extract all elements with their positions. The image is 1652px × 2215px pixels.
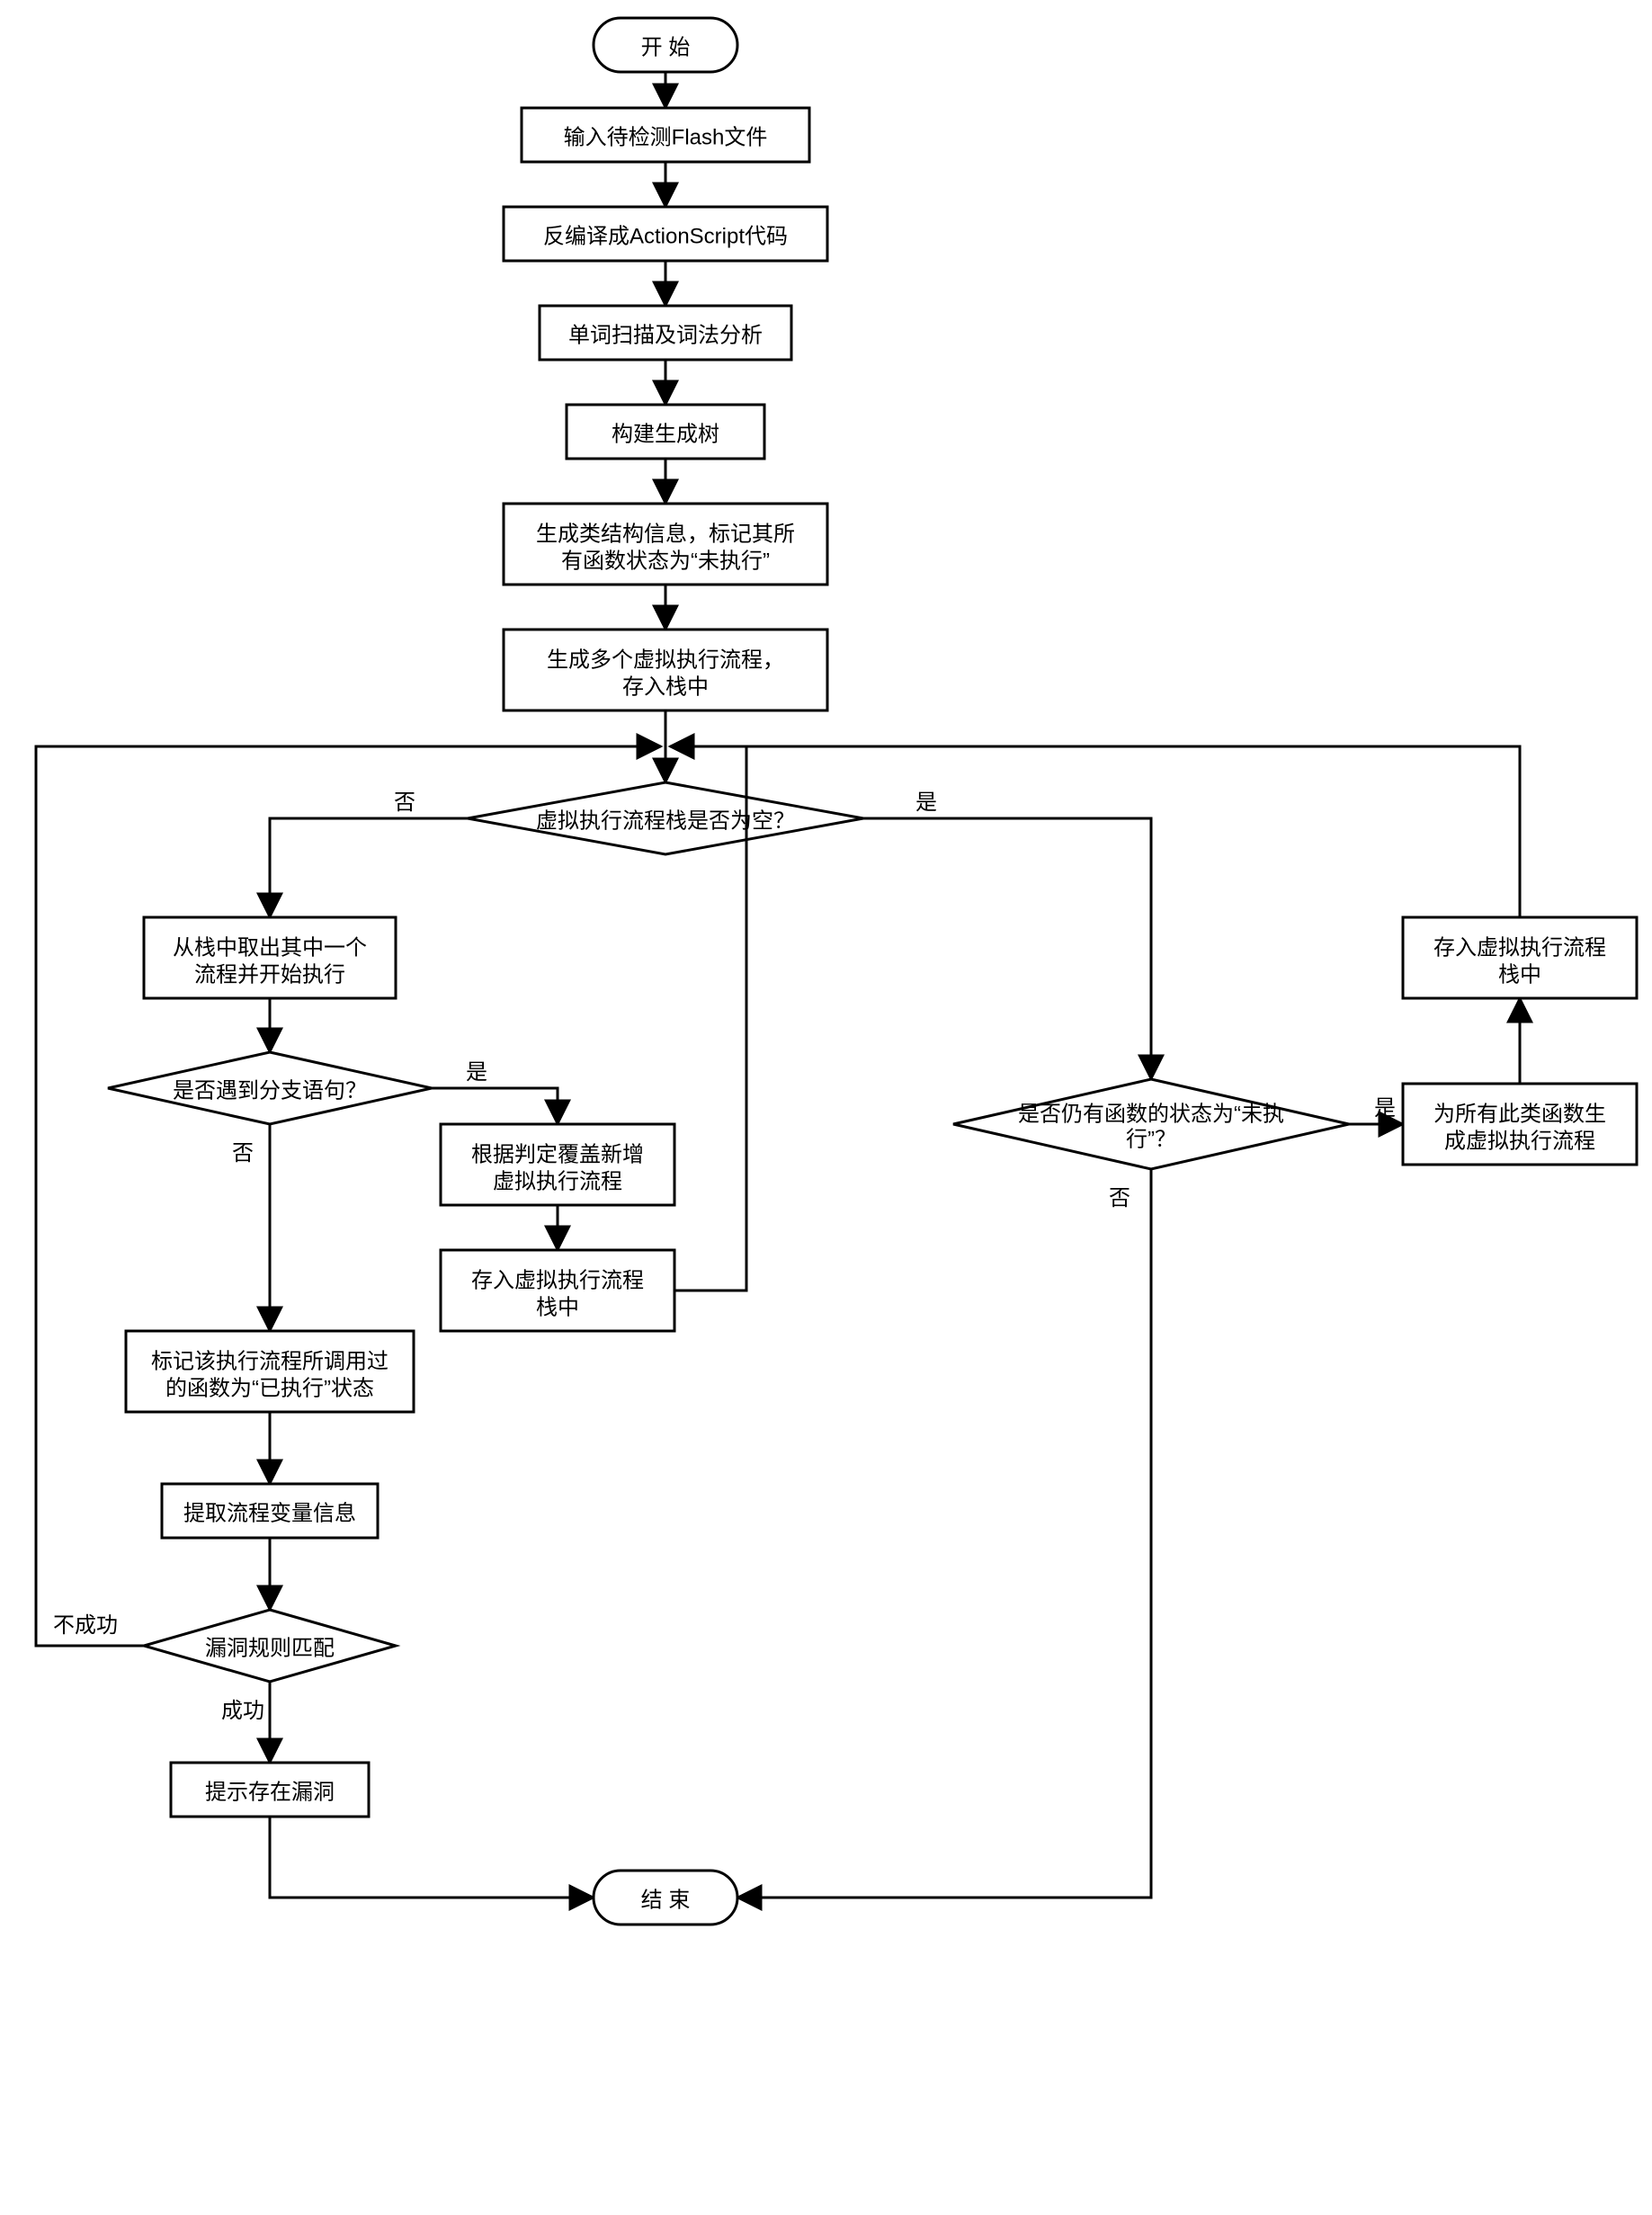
node-push-stack-2-label2: 栈中 <box>1498 962 1541 987</box>
node-pop-flow: 从栈中取出其中一个 流程并开始执行 <box>144 917 396 998</box>
node-extract-vars-label: 提取流程变量信息 <box>183 1501 356 1525</box>
node-start-label: 开 始 <box>641 35 691 59</box>
node-mark-executed-label2: 的函数为“已执行”状态 <box>165 1376 374 1400</box>
node-input-file: 输入待检测Flash文件 <box>522 108 809 162</box>
node-decompile-label: 反编译成ActionScript代码 <box>543 224 788 248</box>
node-push-stack-2-label1: 存入虚拟执行流程 <box>1433 935 1606 960</box>
decision-rule-match: 漏洞规则匹配 <box>144 1610 396 1682</box>
decision-remaining-unexec-label1: 是否仍有函数的状态为“未执 <box>1018 1102 1284 1126</box>
node-mark-executed: 标记该执行流程所调用过 的函数为“已执行”状态 <box>126 1331 414 1412</box>
decision-remaining-unexec-label2: 行”？ <box>1126 1127 1176 1151</box>
node-end-label: 结 束 <box>641 1888 691 1912</box>
node-add-flow: 根据判定覆盖新增 虚拟执行流程 <box>441 1124 674 1205</box>
node-push-stack-1: 存入虚拟执行流程 栈中 <box>441 1250 674 1331</box>
node-class-info-label2: 有函数状态为“未执行” <box>561 549 770 573</box>
edge-label-yes-1: 是 <box>915 790 937 815</box>
node-mark-executed-label1: 标记该执行流程所调用过 <box>151 1349 388 1373</box>
decision-branch-stmt: 是否遇到分支语句？ <box>108 1052 432 1124</box>
node-start: 开 始 <box>594 18 737 72</box>
node-report-vuln-label: 提示存在漏洞 <box>205 1780 335 1804</box>
node-class-info-label1: 生成类结构信息，标记其所 <box>536 522 795 546</box>
decision-remaining-unexec: 是否仍有函数的状态为“未执 行”？ <box>953 1079 1349 1169</box>
node-lexical-label: 单词扫描及词法分析 <box>568 323 763 347</box>
node-extract-vars: 提取流程变量信息 <box>162 1484 378 1538</box>
node-lexical: 单词扫描及词法分析 <box>540 306 791 360</box>
node-gen-func-flows: 为所有此类函数生 成虚拟执行流程 <box>1403 1084 1637 1165</box>
edge-label-success: 成功 <box>221 1699 264 1723</box>
decision-rule-match-label: 漏洞规则匹配 <box>205 1636 335 1660</box>
node-gen-flows-label1: 生成多个虚拟执行流程， <box>547 648 784 672</box>
node-end: 结 束 <box>594 1871 737 1925</box>
edge-label-no-3: 否 <box>1109 1186 1130 1210</box>
decision-stack-empty: 虚拟执行流程栈是否为空？ <box>468 782 863 854</box>
edge-label-fail: 不成功 <box>53 1613 118 1638</box>
node-input-file-label: 输入待检测Flash文件 <box>564 125 768 149</box>
node-gen-flows: 生成多个虚拟执行流程， 存入栈中 <box>504 630 827 710</box>
node-push-stack-1-label2: 栈中 <box>536 1295 579 1319</box>
decision-branch-stmt-label: 是否遇到分支语句？ <box>173 1078 367 1103</box>
edge-label-yes-3: 是 <box>1374 1096 1396 1121</box>
node-pop-flow-label1: 从栈中取出其中一个 <box>173 935 367 960</box>
node-gen-func-flows-label2: 成虚拟执行流程 <box>1444 1129 1595 1153</box>
node-pop-flow-label2: 流程并开始执行 <box>194 962 345 987</box>
node-gen-flows-label2: 存入栈中 <box>622 674 709 699</box>
flowchart-diagram: 开 始 输入待检测Flash文件 反编译成ActionScript代码 单词扫描… <box>0 0 1652 2215</box>
node-push-stack-2: 存入虚拟执行流程 栈中 <box>1403 917 1637 998</box>
edge-label-no-2: 否 <box>232 1141 254 1166</box>
node-build-tree-label: 构建生成树 <box>612 422 719 446</box>
node-gen-func-flows-label1: 为所有此类函数生 <box>1433 1102 1606 1126</box>
node-report-vuln: 提示存在漏洞 <box>171 1763 369 1817</box>
decision-stack-empty-label: 虚拟执行流程栈是否为空？ <box>536 808 795 833</box>
edge-label-yes-2: 是 <box>466 1060 487 1085</box>
node-decompile: 反编译成ActionScript代码 <box>504 207 827 261</box>
node-add-flow-label1: 根据判定覆盖新增 <box>471 1142 644 1166</box>
node-add-flow-label2: 虚拟执行流程 <box>493 1169 622 1193</box>
node-class-info: 生成类结构信息，标记其所 有函数状态为“未执行” <box>504 504 827 585</box>
node-build-tree: 构建生成树 <box>567 405 764 459</box>
edge-label-no-1: 否 <box>394 790 415 815</box>
node-push-stack-1-label1: 存入虚拟执行流程 <box>471 1268 644 1292</box>
